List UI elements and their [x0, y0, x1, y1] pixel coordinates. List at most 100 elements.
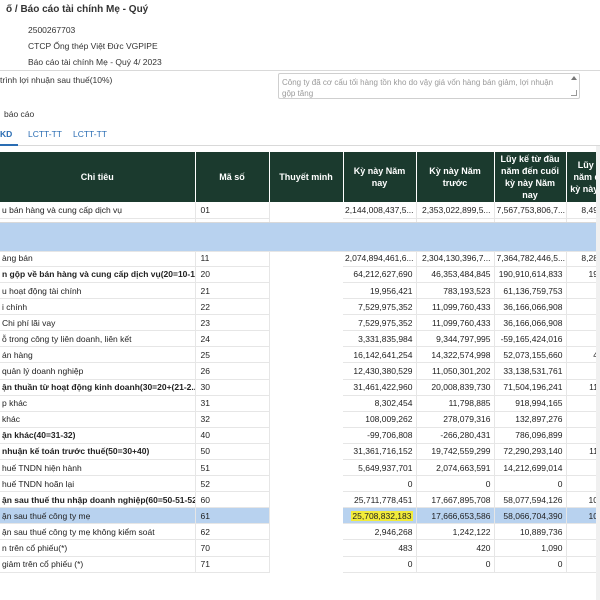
row-current: 16,142,641,254 [343, 346, 417, 364]
row-code: 40 [195, 427, 270, 444]
col-header-ytd-prev[interactable]: Lũy kế năm đến kỳ này trư [566, 152, 600, 202]
table-row[interactable]: ận sau thuế công ty mẹ không kiểm soát 62… [0, 222, 600, 541]
row-ytd-prev: 37 [566, 314, 600, 332]
table-row[interactable]: quản lý doanh nghiệp 26 12,430,380,529 11,0… [0, 222, 600, 380]
row-current: 8,302,454 [343, 395, 417, 412]
table-row[interactable]: ận sau thuế thu nhập doanh nghiệp(60=50-… [0, 222, 600, 509]
table-row[interactable]: n gộp về bán hàng và cung cấp dịch vụ(20… [0, 222, 600, 283]
col-header-previous[interactable]: Kỳ này Năm trước [416, 152, 495, 202]
row-current: 2,074,894,461,6... [343, 250, 417, 267]
row-ytd: 132,897,276 [494, 411, 567, 428]
tab-kqkd[interactable]: KD [0, 122, 18, 146]
row-previous: 2,353,022,899,5... [416, 202, 495, 219]
row-current: 2,946,268 [343, 523, 417, 541]
row-code: 30 [195, 379, 270, 396]
table-row[interactable]: àng bán 11 2,074,894,461,6... 2,304,130,396… [0, 222, 600, 267]
row-label: n trên cổ phiếu(*) [0, 539, 196, 557]
row-code: 11 [195, 250, 270, 267]
col-header-code[interactable]: Mã số [195, 152, 270, 202]
row-label: huế TNDN hiện hành [0, 459, 196, 477]
row-previous: 2,304,130,396,7... [416, 250, 495, 267]
row-label: huế TNDN hoãn lại [0, 475, 196, 493]
table-row[interactable]: án hàng 25 16,142,641,254 14,322,574,998 52,… [0, 222, 600, 364]
row-current: -99,706,808 [343, 427, 417, 444]
row-ytd: 786,096,899 [494, 427, 567, 444]
row-code: 24 [195, 330, 270, 348]
row-code: 25 [195, 346, 270, 364]
note-textarea[interactable]: Công ty đã cơ cấu tối hàng tồn kho do vậ… [278, 73, 580, 99]
row-previous: 278,079,316 [416, 411, 495, 428]
table-row[interactable]: u bán hàng và cung cấp dịch vụ 01 2,144,00… [0, 202, 600, 252]
tax-code: 2500267703 [28, 25, 76, 35]
row-current: 2,144,008,437,5... [343, 202, 417, 219]
col-header-current[interactable]: Kỳ này Năm nay [343, 152, 417, 202]
tab-lctt-tt-1[interactable]: LCTT-TT [27, 122, 63, 146]
note-row: trình lợi nhuận sau thuế(10%) Công ty đã… [0, 70, 600, 100]
table-row[interactable]: khác32 108,009,262278,079,316132,897,2762 [0, 222, 600, 428]
row-code: 71 [195, 556, 270, 573]
row-previous: 420 [416, 539, 495, 557]
resize-grip-icon[interactable] [571, 90, 577, 96]
row-label: ận khác(40=31-32) [0, 427, 196, 444]
table-row[interactable]: huế TNDN hiện hành 51 5,649,937,701 2,074,6… [0, 222, 600, 477]
row-label: ận thuần từ hoạt động kinh doanh(30=20+(… [0, 379, 196, 396]
row-label: Chi phí lãi vay [0, 314, 196, 332]
row-current: 19,956,421 [343, 282, 417, 300]
report-header: ố / Báo cáo tài chính Mẹ - Quý 250026770… [0, 0, 600, 70]
row-ytd-prev: 3 [566, 427, 600, 444]
row-ytd-prev: 193,59 [566, 266, 600, 283]
table-row[interactable]: huế TNDN hoãn lại 52 0 0 0 [0, 222, 600, 493]
row-label: ỗ trong công ty liên doanh, liên kết [0, 330, 196, 348]
row-ytd: -59,165,424,016 [494, 330, 567, 348]
row-label: àng bán [0, 250, 196, 267]
row-ytd: 71,504,196,241 [494, 379, 567, 396]
tab-lctt-tt-2[interactable]: LCTT-TT [72, 122, 108, 146]
col-header-ytd[interactable]: Lũy kế từ đầu năm đến cuối kỳ này Năm na… [494, 152, 567, 202]
col-header-note[interactable]: Thuyết minh [269, 152, 344, 202]
highlighted-value: 25,708,832,183 [351, 510, 413, 521]
table-row[interactable]: giảm trên cổ phiếu (*) 71 0 0 0 [0, 222, 600, 573]
table-row[interactable]: n trên cổ phiếu(*) 70 483 420 1,090 [0, 222, 600, 557]
table-body: u bán hàng và cung cấp dịch vụ 01 2,144,00… [0, 202, 600, 573]
row-code: 62 [195, 523, 270, 541]
row-label: n gộp về bán hàng và cung cấp dịch vụ(20… [0, 266, 196, 283]
row-code: 61 [195, 507, 270, 525]
row-ytd-prev [566, 330, 600, 348]
table-row[interactable]: ận thuần từ hoạt động kinh doanh(30=20+(… [0, 222, 600, 396]
row-ytd-prev: 8,289,64 [566, 250, 600, 267]
row-label: p khác [0, 395, 196, 412]
table-row[interactable]: Chi phí lãi vay 23 7,529,975,352 11,099,760… [0, 222, 600, 332]
row-previous: 0 [416, 475, 495, 493]
row-ytd-prev: 37 [566, 298, 600, 316]
row-code: 20 [195, 266, 270, 283]
row-label: u bán hàng và cung cấp dịch vụ [0, 202, 196, 219]
row-label: khác [0, 411, 196, 428]
row-ytd-prev: 100,10 [566, 491, 600, 509]
table-row[interactable]: ỗ trong công ty liên doanh, liên kết 24 3,… [0, 222, 600, 348]
row-previous: 46,353,484,845 [416, 266, 495, 283]
scroll-up-icon[interactable] [571, 76, 577, 80]
row-current: 25,708,832,183 [343, 507, 417, 525]
row-ytd: 1,090 [494, 539, 567, 557]
row-ytd-prev: 26,3 [566, 362, 600, 380]
row-label: quản lý doanh nghiệp [0, 362, 196, 380]
row-current: 7,529,975,352 [343, 314, 417, 332]
table-row[interactable]: ận khác(40=31-32) 40 -99,706,808 -266,280,4… [0, 222, 600, 444]
row-label: u hoạt động tài chính [0, 282, 196, 300]
table-row[interactable]: nhuận kế toán trước thuế(50=30+40) 50 31,3… [0, 222, 600, 461]
table-row[interactable]: i chính 22 7,529,975,352 11,099,760,433 36,1… [0, 222, 600, 316]
table-row[interactable]: ận sau thuế công ty mẹ 61 25,708,832,183 17… [0, 222, 600, 525]
table-row[interactable]: p khác318,302,45411,798,885918,994,1656 [0, 222, 600, 412]
income-statement-table: Chỉ tiêu Mã số Thuyết minh Kỳ này Năm na… [0, 152, 600, 573]
row-ytd: 918,994,165 [494, 395, 567, 412]
row-ytd: 7,567,753,806,7... [494, 202, 567, 219]
row-label: giảm trên cổ phiếu (*) [0, 556, 196, 573]
col-header-item[interactable]: Chỉ tiêu [0, 152, 196, 202]
note-text: Công ty đã cơ cấu tối hàng tồn kho do vậ… [282, 78, 554, 98]
row-current: 5,649,937,701 [343, 459, 417, 477]
table-row[interactable]: u hoạt động tài chính 21 19,956,421 783,193… [0, 222, 600, 300]
row-ytd-prev [566, 475, 600, 493]
row-code: 60 [195, 491, 270, 509]
row-ytd: 61,136,759,753 [494, 282, 567, 300]
vertical-scrollbar[interactable] [596, 146, 600, 600]
